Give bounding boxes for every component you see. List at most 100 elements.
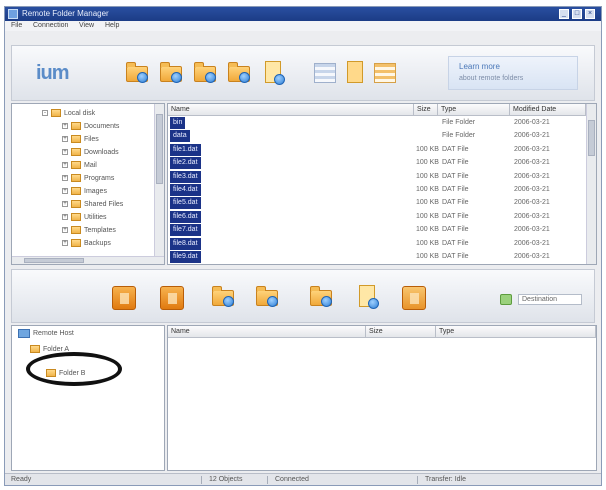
remote-properties-button[interactable] — [400, 284, 426, 310]
column-type[interactable]: Type — [438, 104, 510, 116]
file-row[interactable]: bin File Folder 2006-03-21 — [168, 116, 586, 130]
remote-new-folder-button[interactable] — [210, 284, 236, 310]
tree-item[interactable]: + Images — [62, 186, 107, 197]
promo-line-2: about remote folders — [459, 75, 524, 82]
scroll-thumb[interactable] — [156, 114, 163, 184]
file-row[interactable]: file5.dat 100 KB DAT File 2006-03-21 — [168, 196, 586, 210]
status-separator — [201, 476, 202, 484]
file-row[interactable]: file6.dat 100 KB DAT File 2006-03-21 — [168, 210, 586, 224]
expand-icon[interactable]: + — [62, 240, 68, 247]
column-modified[interactable]: Modified Date — [510, 104, 586, 116]
properties-button[interactable] — [342, 60, 368, 86]
tree-item[interactable]: + Downloads — [62, 147, 119, 158]
folder-icon — [71, 213, 81, 222]
remote-column-name[interactable]: Name — [168, 326, 366, 338]
title-bar: Remote Folder Manager _ □ × — [5, 7, 601, 21]
file-row[interactable]: file8.dat 100 KB DAT File 2006-03-21 — [168, 237, 586, 251]
upload-file-button[interactable] — [260, 60, 286, 86]
expand-icon[interactable]: + — [62, 214, 68, 221]
expand-icon[interactable]: + — [62, 123, 68, 130]
copy-folder-button[interactable] — [192, 60, 218, 86]
tree-item[interactable]: + Mail — [62, 160, 97, 171]
tree-item-label: Downloads — [84, 149, 119, 156]
menu-connection[interactable]: Connection — [33, 21, 68, 31]
expand-icon[interactable]: + — [62, 149, 68, 156]
column-size[interactable]: Size — [414, 104, 438, 116]
remote-share-folder-button[interactable] — [308, 284, 334, 310]
local-folder-tree[interactable]: - Local disk + Documents + Files + Downloads + Ma… — [11, 103, 165, 265]
move-folder-button[interactable] — [226, 60, 252, 86]
file-size-cell: 100 KB — [416, 239, 439, 247]
promo-banner[interactable]: Learn more about remote folders — [448, 56, 578, 90]
transfer-button-2[interactable] — [158, 284, 184, 310]
column-name[interactable]: Name — [168, 104, 414, 116]
remote-folder-tree[interactable]: Remote Host Folder A Folder B — [11, 325, 165, 471]
new-folder-button[interactable] — [124, 60, 150, 86]
file-type-cell: DAT File — [442, 239, 469, 247]
folder-icon — [71, 135, 81, 144]
file-row[interactable]: data File Folder 2006-03-21 — [168, 129, 586, 143]
remote-open-folder-button[interactable] — [254, 284, 280, 310]
file-row[interactable]: file9.dat 100 KB DAT File 2006-03-21 — [168, 250, 586, 264]
local-tree-hscroll[interactable] — [12, 256, 164, 264]
local-file-list[interactable]: Name Size Type Modified Date bin File Fol… — [167, 103, 597, 265]
remote-column-size[interactable]: Size — [366, 326, 436, 338]
tree-item[interactable]: + Programs — [62, 173, 114, 184]
file-size-cell: 100 KB — [416, 212, 439, 220]
expand-icon[interactable]: + — [62, 227, 68, 234]
local-tree-vscroll[interactable] — [154, 104, 164, 256]
destination-field[interactable]: Destination — [518, 294, 582, 305]
minimize-button[interactable]: _ — [559, 9, 569, 19]
tree-item-label: Local disk — [64, 110, 96, 117]
tree-item[interactable]: + Documents — [62, 121, 119, 132]
remote-file-list[interactable]: Name Size Type — [167, 325, 597, 471]
file-row[interactable]: file3.dat 100 KB DAT File 2006-03-21 — [168, 170, 586, 184]
expand-icon[interactable]: + — [62, 175, 68, 182]
remote-upload-file-button[interactable] — [354, 284, 380, 310]
collapse-icon[interactable]: - — [42, 110, 48, 117]
tree-item[interactable]: + Utilities — [62, 212, 107, 223]
file-row[interactable]: file1.dat 100 KB DAT File 2006-03-21 — [168, 143, 586, 157]
tree-view-button[interactable] — [372, 60, 398, 86]
file-row[interactable]: file7.dat 100 KB DAT File 2006-03-21 — [168, 223, 586, 237]
file-rows: bin File Folder 2006-03-21 data File Folder 2… — [168, 116, 586, 264]
tree-item[interactable]: + Shared Files — [62, 199, 123, 210]
open-folder-button[interactable] — [158, 60, 184, 86]
menu-view[interactable]: View — [79, 21, 94, 31]
file-size-cell: 100 KB — [416, 172, 439, 180]
menu-file[interactable]: File — [11, 21, 22, 31]
remote-column-type[interactable]: Type — [436, 326, 596, 338]
expand-icon[interactable]: + — [62, 188, 68, 195]
close-button[interactable]: × — [585, 9, 595, 19]
file-date-cell: 2006-03-21 — [514, 253, 550, 260]
tree-item[interactable]: + Backups — [62, 238, 111, 249]
file-row[interactable]: file2.dat 100 KB DAT File 2006-03-21 — [168, 156, 586, 170]
details-view-button[interactable] — [312, 60, 338, 86]
transfer-button-1[interactable] — [110, 284, 136, 310]
tree-item[interactable]: + Templates — [62, 225, 116, 236]
folder-icon — [71, 148, 81, 157]
status-object-count: 12 Objects — [209, 476, 243, 483]
expand-icon[interactable]: + — [62, 136, 68, 143]
scroll-thumb[interactable] — [588, 120, 595, 156]
file-row[interactable]: file4.dat 100 KB DAT File 2006-03-21 — [168, 183, 586, 197]
tree-item-label: Programs — [84, 175, 115, 182]
remote-host-node[interactable]: Remote Host — [18, 328, 74, 340]
tree-item[interactable]: + Files — [62, 134, 99, 145]
folder-icon — [212, 286, 234, 307]
file-name-cell: data — [170, 130, 190, 143]
file-list-vscroll[interactable] — [586, 104, 596, 264]
file-name-cell: file8.dat — [170, 237, 201, 250]
promo-line-1: Learn more — [459, 62, 500, 71]
tree-view-icon — [374, 63, 396, 83]
expand-icon[interactable]: + — [62, 162, 68, 169]
tree-item[interactable]: - Local disk — [42, 108, 95, 119]
expand-icon[interactable]: + — [62, 201, 68, 208]
scroll-thumb[interactable] — [24, 258, 84, 263]
folder-icon — [51, 109, 61, 118]
menu-help[interactable]: Help — [105, 21, 119, 31]
status-separator — [267, 476, 268, 484]
maximize-button[interactable]: □ — [572, 9, 582, 19]
folder-icon — [126, 62, 148, 83]
connect-icon[interactable] — [500, 294, 512, 305]
